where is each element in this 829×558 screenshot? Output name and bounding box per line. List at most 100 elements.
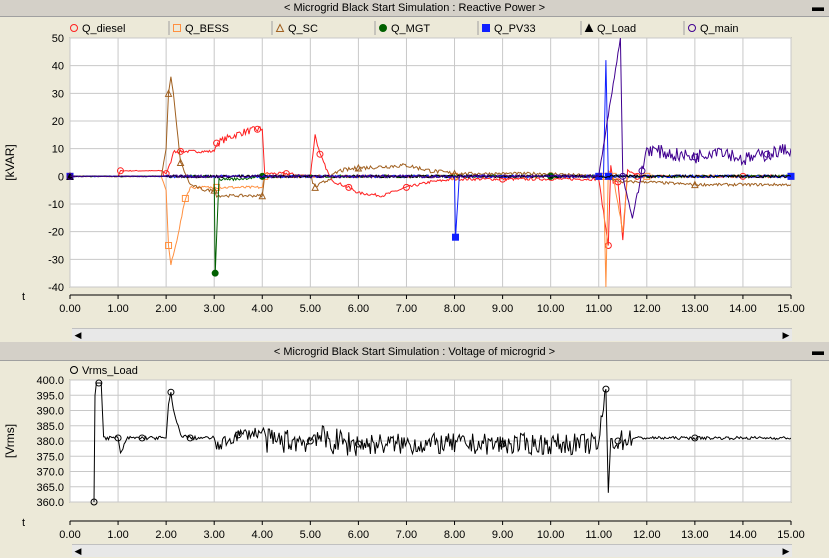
voltage-panel: < Microgrid Black Start Simulation : Vol… — [0, 344, 829, 558]
reactive-power-title: < Microgrid Black Start Simulation : Rea… — [283, 2, 546, 14]
x-tick-label: 9.00 — [492, 529, 513, 541]
marker-icon — [211, 269, 219, 277]
legend-item[interactable]: Q_PV33 — [482, 23, 536, 35]
x-tick-label: 15.00 — [777, 303, 805, 315]
x-tick-label: 5.00 — [300, 303, 321, 315]
y-tick-label: -20 — [48, 227, 64, 239]
marker-icon — [70, 366, 78, 374]
marker-icon — [275, 23, 285, 32]
x-tick-label: 12.00 — [633, 529, 661, 541]
x-tick-label: 2.00 — [155, 529, 176, 541]
y-tick-label: 380.0 — [36, 436, 64, 448]
legend-label: Q_MGT — [391, 23, 430, 35]
data-point — [211, 269, 219, 277]
marker-icon — [482, 24, 490, 32]
x-tick-label: 15.00 — [777, 529, 805, 541]
reactive-power-chart: 50 40 30 20 10 0 -10 -20 -30 -40 0.00 1.00 2.00 3.00 4… — [3, 21, 805, 315]
y-axis-label: [kVAR] — [3, 144, 17, 180]
marker-icon — [379, 24, 387, 32]
x-tick-label: 7.00 — [396, 303, 417, 315]
voltage-titlebar: < Microgrid Black Start Simulation : Vol… — [0, 344, 829, 361]
legend-item[interactable]: Q_BESS — [173, 23, 230, 35]
minimize-icon[interactable]: ▬ — [811, 344, 825, 358]
x-tick-label: 3.00 — [203, 303, 224, 315]
y-tick-label: 390.0 — [36, 406, 64, 418]
legend-label: Q_PV33 — [494, 23, 536, 35]
voltage-scrollbar[interactable]: ◀ ▶ — [72, 544, 792, 557]
y-tick-label: -10 — [48, 199, 64, 211]
x-tick-label: 11.00 — [585, 303, 612, 315]
legend-item[interactable]: Q_SC — [275, 23, 319, 35]
y-tick-label: 385.0 — [36, 421, 64, 433]
reactive-power-panel: < Microgrid Black Start Simulation : Rea… — [0, 0, 829, 342]
x-tick-label: 8.00 — [444, 303, 465, 315]
scroll-left-icon[interactable]: ◀ — [72, 545, 84, 557]
marker-icon — [787, 172, 795, 180]
y-tick-label: 400.0 — [36, 375, 64, 387]
legend-item[interactable]: Q_diesel — [70, 23, 126, 35]
x-tick-label: 2.00 — [155, 303, 176, 315]
legend-label: Q_SC — [288, 23, 318, 35]
y-tick-label: -40 — [48, 282, 64, 294]
legend-label: Q_main — [700, 23, 739, 35]
x-axis-label: t — [22, 517, 25, 529]
x-tick-label: 11.00 — [585, 529, 612, 541]
marker-icon — [584, 23, 594, 32]
y-tick-label: 30 — [52, 88, 64, 100]
data-point — [451, 233, 459, 241]
x-tick-label: 0.00 — [59, 303, 80, 315]
legend-item[interactable]: Q_main — [688, 23, 739, 35]
y-tick-label: 20 — [52, 116, 64, 128]
voltage-title: < Microgrid Black Start Simulation : Vol… — [273, 346, 556, 358]
marker-icon — [173, 24, 181, 32]
scroll-left-icon[interactable]: ◀ — [72, 329, 84, 341]
scroll-right-icon[interactable]: ▶ — [780, 329, 792, 341]
legend-item[interactable]: Vrms_Load — [70, 365, 138, 377]
y-tick-label: 395.0 — [36, 390, 64, 402]
legend-label: Vrms_Load — [82, 365, 138, 377]
legend-item[interactable]: Q_MGT — [379, 23, 431, 35]
reactive-power-titlebar: < Microgrid Black Start Simulation : Rea… — [0, 0, 829, 17]
x-tick-label: 8.00 — [444, 529, 465, 541]
x-tick-label: 5.00 — [300, 529, 321, 541]
y-tick-label: 375.0 — [36, 451, 64, 463]
x-tick-label: 10.00 — [537, 529, 565, 541]
legend-label: Q_Load — [597, 23, 636, 35]
y-tick-label: -30 — [48, 254, 64, 266]
x-tick-label: 1.00 — [107, 529, 128, 541]
y-axis-label: [Vrms] — [3, 424, 17, 458]
y-tick-label: 360.0 — [36, 497, 64, 509]
legend-label: Q_diesel — [82, 23, 125, 35]
x-tick-label: 3.00 — [203, 529, 224, 541]
x-tick-label: 4.00 — [252, 303, 273, 315]
y-tick-label: 0 — [58, 171, 64, 183]
x-tick-label: 9.00 — [492, 303, 513, 315]
voltage-chart: 400.0 395.0 390.0 385.0 380.0 375.0 370.0 365.0… — [3, 365, 805, 541]
reactive-power-scrollbar[interactable]: ◀ ▶ — [72, 328, 792, 341]
x-tick-label: 12.00 — [633, 303, 661, 315]
x-tick-label: 7.00 — [396, 529, 417, 541]
y-tick-label: 50 — [52, 33, 64, 45]
legend-label: Q_BESS — [185, 23, 229, 35]
x-tick-label: 1.00 — [107, 303, 128, 315]
scroll-right-icon[interactable]: ▶ — [780, 545, 792, 557]
x-tick-label: 14.00 — [729, 529, 757, 541]
y-tick-label: 10 — [52, 144, 64, 156]
x-tick-label: 13.00 — [681, 529, 709, 541]
legend-item[interactable]: Q_Load — [584, 23, 637, 35]
marker-icon — [688, 24, 696, 32]
x-tick-label: 0.00 — [59, 529, 80, 541]
y-tick-label: 365.0 — [36, 482, 64, 494]
y-tick-label: 370.0 — [36, 467, 64, 479]
marker-icon — [70, 24, 78, 32]
x-tick-label: 10.00 — [537, 303, 565, 315]
x-tick-label: 13.00 — [681, 303, 709, 315]
plot-area — [69, 37, 792, 288]
x-tick-label: 4.00 — [252, 529, 273, 541]
x-tick-label: 6.00 — [348, 303, 369, 315]
y-tick-label: 40 — [52, 61, 64, 73]
minimize-icon[interactable]: ▬ — [811, 0, 825, 14]
x-tick-label: 6.00 — [348, 529, 369, 541]
x-tick-label: 14.00 — [729, 303, 757, 315]
marker-icon — [451, 233, 459, 241]
